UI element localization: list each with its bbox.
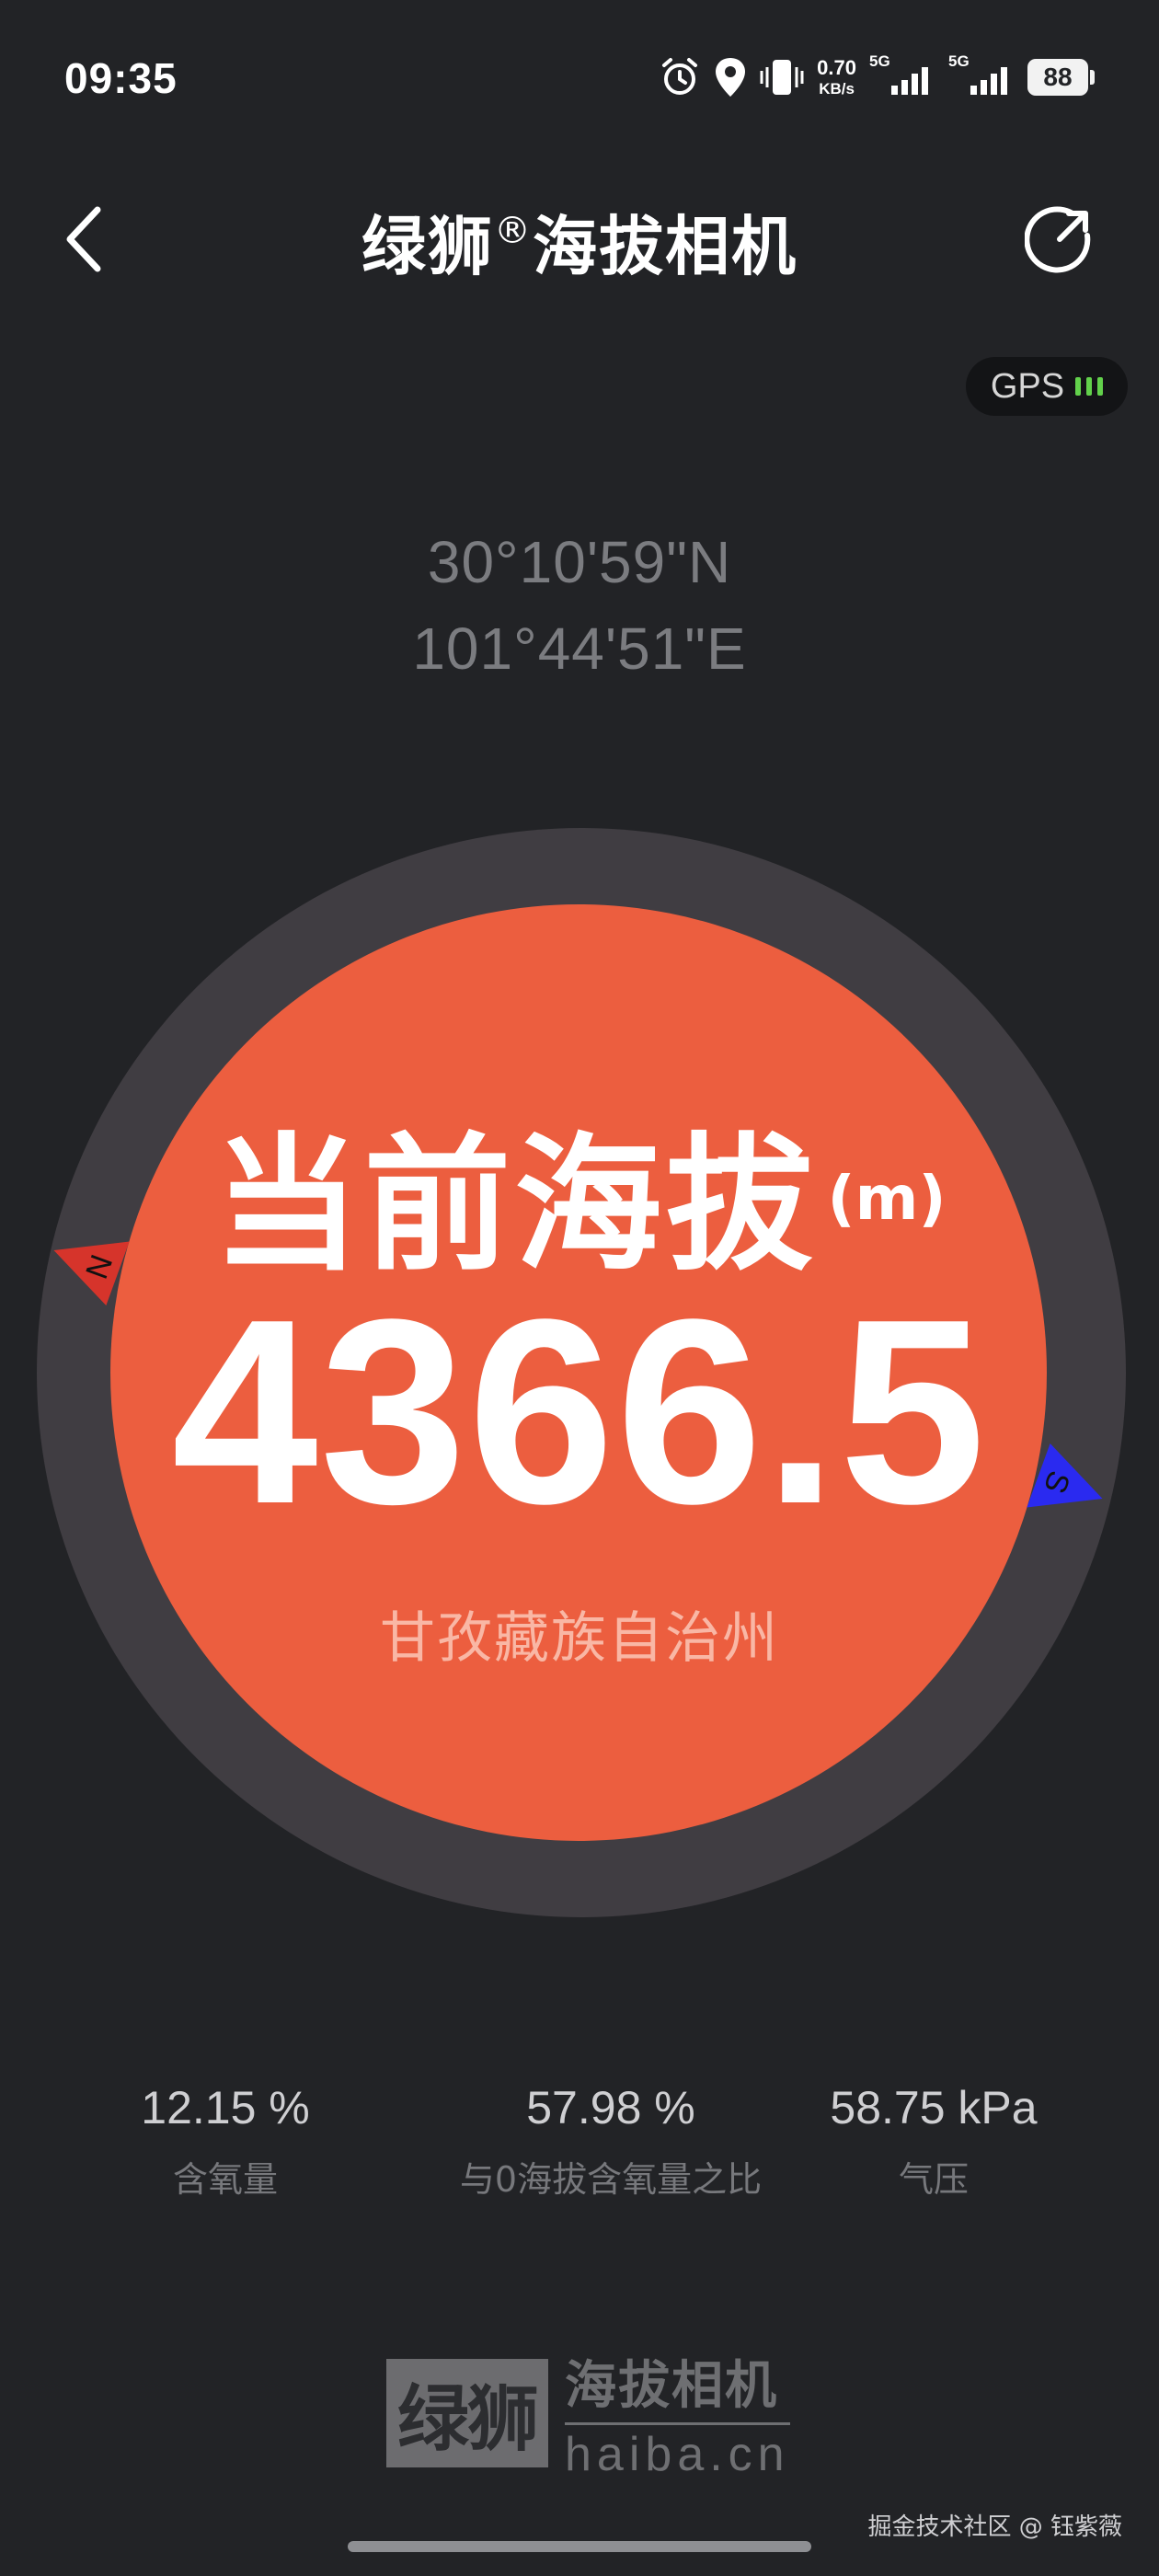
home-indicator[interactable] (348, 2541, 811, 2552)
logo-name: 海拔相机 (565, 2356, 778, 2416)
gps-bar (1097, 377, 1104, 396)
page-title: 绿狮®海拔相机 (0, 195, 1159, 288)
altitude-value: 4366.5 (171, 1264, 988, 1558)
logo-text: 海拔相机 haiba.cn (565, 2344, 790, 2482)
latitude: 30°10'59"N (427, 529, 732, 595)
gps-bar (1075, 377, 1082, 396)
screen: 09:35 0.70 KB/s 5G 5G 88 绿狮®海拔相机 GPS 30°… (0, 0, 1159, 2576)
location-icon (716, 58, 746, 97)
stat-pressure: 58.75 kPa 气压 (830, 2081, 1037, 2202)
stat-label: 含氧量 (172, 2159, 279, 2200)
gps-signal-icon (1075, 377, 1104, 396)
net-speed-unit: KB/s (819, 80, 855, 98)
signal-icon-2: 5G (948, 52, 1015, 98)
status-time: 09:35 (64, 54, 178, 102)
signal-tag-1: 5G (869, 52, 890, 70)
stat-value: 58.75 kPa (830, 2082, 1038, 2133)
stat-label: 与0海拔含氧量之比 (459, 2159, 763, 2200)
logo-mark: 绿狮 (386, 2359, 548, 2467)
stat-oxygen: 12.15 % 含氧量 (141, 2081, 309, 2202)
signal-tag-2: 5G (948, 52, 970, 70)
title-rest: 海拔相机 (533, 209, 798, 284)
stat-label: 气压 (898, 2159, 970, 2200)
stat-value: 12.15 % (141, 2082, 310, 2133)
title-brand: 绿狮 (361, 209, 494, 284)
title-registered: ® (494, 210, 533, 252)
logo-url: haiba.cn (565, 2422, 790, 2482)
net-speed: 0.70 KB/s (817, 56, 856, 98)
battery-cap (1090, 70, 1095, 85)
app-logo: 绿狮 海拔相机 haiba.cn (386, 2344, 790, 2482)
share-icon (1024, 206, 1091, 273)
status-icons: 0.70 KB/s 5G 5G 88 (659, 48, 1095, 107)
battery-icon: 88 (1027, 59, 1088, 96)
gps-bar (1086, 377, 1093, 396)
signal-icon: 5G (869, 52, 935, 98)
region-name: 甘孜藏族自治州 (380, 1606, 779, 1671)
vibrate-icon (760, 60, 804, 95)
stat-value: 57.98 % (526, 2082, 695, 2133)
watermark: 掘金技术社区 @ 钰紫薇 (867, 2513, 1122, 2541)
altitude-unit: (m) (827, 1163, 947, 1234)
gps-status-badge: GPS (966, 357, 1128, 416)
gps-label: GPS (990, 366, 1065, 406)
stat-oxygen-ratio: 57.98 % 与0海拔含氧量之比 (460, 2081, 762, 2202)
alarm-icon (662, 58, 698, 95)
share-button[interactable] (1024, 204, 1095, 274)
longitude: 101°44'51"E (412, 615, 747, 682)
net-speed-value: 0.70 (817, 56, 856, 79)
